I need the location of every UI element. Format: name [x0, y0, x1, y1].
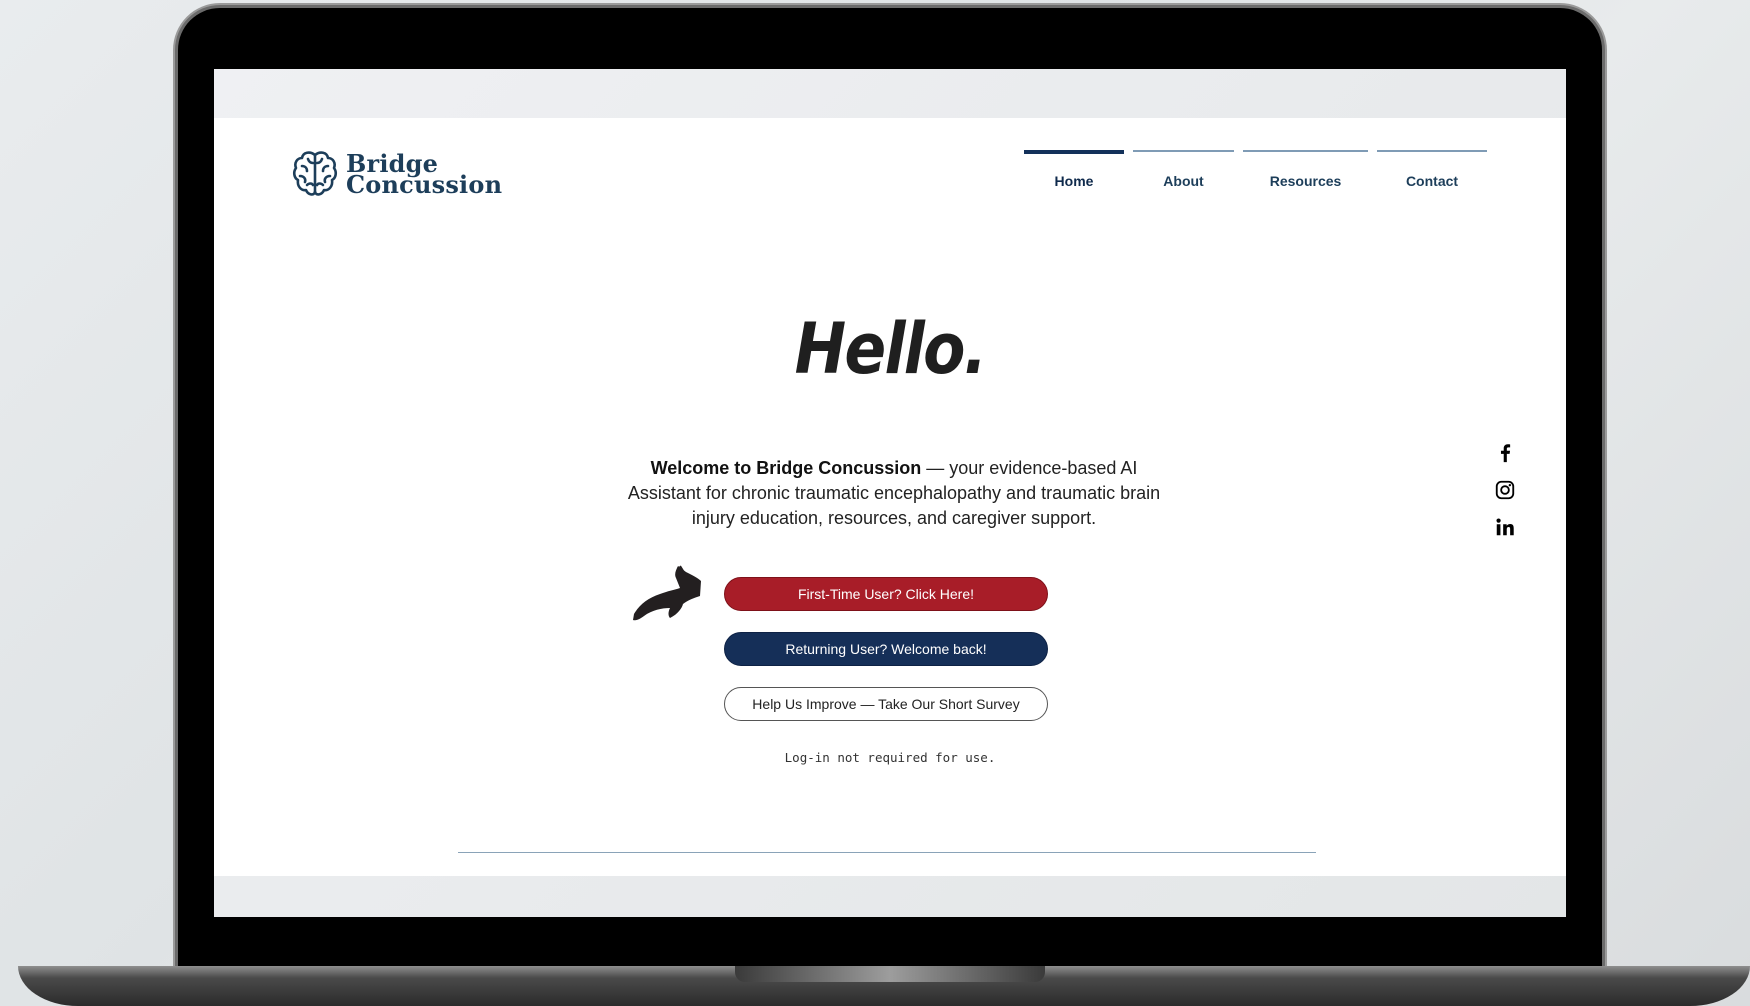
brand-name-line2: Concussion	[346, 170, 503, 199]
nav-label: About	[1163, 173, 1204, 189]
welcome-brand: Welcome to Bridge Concussion	[650, 458, 922, 478]
nav-item-about[interactable]: About	[1133, 150, 1234, 189]
brand-logo[interactable]: Bridge Concussion	[292, 149, 502, 199]
nav-item-resources[interactable]: Resources	[1243, 150, 1368, 189]
brain-icon	[292, 151, 338, 196]
laptop-hinge	[735, 966, 1045, 982]
nav-label: Home	[1054, 173, 1094, 189]
instagram-icon[interactable]	[1494, 479, 1516, 501]
button-label: First-Time User? Click Here!	[797, 586, 975, 602]
footer-divider	[458, 852, 1316, 853]
nav-label: Resources	[1269, 173, 1342, 189]
nav-label: Contact	[1405, 173, 1459, 189]
pointing-arrow-icon	[633, 565, 701, 621]
button-label: Help Us Improve — Take Our Short Survey	[752, 696, 1020, 712]
web-page: Bridge Concussion Home About Resources C…	[214, 118, 1566, 876]
welcome-text: Welcome to Bridge Concussion — your evid…	[614, 456, 1174, 531]
linkedin-icon[interactable]	[1494, 516, 1516, 538]
login-note: Log-in not required for use.	[784, 750, 996, 765]
nav-item-contact[interactable]: Contact	[1377, 150, 1487, 189]
survey-button[interactable]: Help Us Improve — Take Our Short Survey	[724, 687, 1048, 721]
nav-item-home[interactable]: Home	[1024, 150, 1124, 189]
button-label: Returning User? Welcome back!	[785, 641, 987, 657]
first-time-user-button[interactable]: First-Time User? Click Here!	[724, 577, 1048, 611]
hero-heading: Hello.	[794, 308, 987, 390]
returning-user-button[interactable]: Returning User? Welcome back!	[724, 632, 1048, 666]
laptop-screen: Bridge Concussion Home About Resources C…	[214, 69, 1566, 917]
social-links	[1494, 442, 1524, 553]
main-nav: Home About Resources Contact	[1024, 150, 1496, 189]
facebook-icon[interactable]	[1494, 442, 1516, 464]
